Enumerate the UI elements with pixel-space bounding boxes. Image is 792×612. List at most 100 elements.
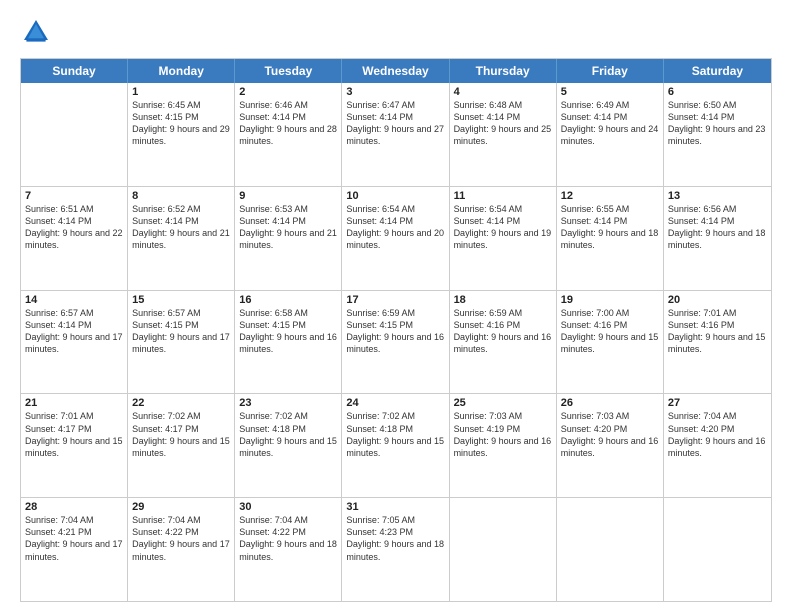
cell-info: Sunrise: 7:01 AM Sunset: 4:17 PM Dayligh… — [25, 410, 123, 459]
calendar-cell-day-2: 2Sunrise: 6:46 AM Sunset: 4:14 PM Daylig… — [235, 83, 342, 186]
calendar-row-3: 21Sunrise: 7:01 AM Sunset: 4:17 PM Dayli… — [21, 393, 771, 497]
day-number: 3 — [346, 86, 444, 98]
cell-info: Sunrise: 6:55 AM Sunset: 4:14 PM Dayligh… — [561, 203, 659, 252]
day-number: 9 — [239, 190, 337, 202]
page: SundayMondayTuesdayWednesdayThursdayFrid… — [0, 0, 792, 612]
calendar-cell-day-8: 8Sunrise: 6:52 AM Sunset: 4:14 PM Daylig… — [128, 187, 235, 290]
logo — [20, 16, 56, 48]
day-number: 25 — [454, 397, 552, 409]
calendar-cell-day-18: 18Sunrise: 6:59 AM Sunset: 4:16 PM Dayli… — [450, 291, 557, 394]
day-number: 20 — [668, 294, 767, 306]
cell-info: Sunrise: 7:04 AM Sunset: 4:22 PM Dayligh… — [239, 514, 337, 563]
day-number: 27 — [668, 397, 767, 409]
day-number: 24 — [346, 397, 444, 409]
calendar-cell-day-17: 17Sunrise: 6:59 AM Sunset: 4:15 PM Dayli… — [342, 291, 449, 394]
cell-info: Sunrise: 7:02 AM Sunset: 4:17 PM Dayligh… — [132, 410, 230, 459]
day-number: 16 — [239, 294, 337, 306]
day-number: 2 — [239, 86, 337, 98]
day-number: 29 — [132, 501, 230, 513]
cell-info: Sunrise: 7:01 AM Sunset: 4:16 PM Dayligh… — [668, 307, 767, 356]
cell-info: Sunrise: 7:04 AM Sunset: 4:20 PM Dayligh… — [668, 410, 767, 459]
day-number: 28 — [25, 501, 123, 513]
calendar-cell-day-26: 26Sunrise: 7:03 AM Sunset: 4:20 PM Dayli… — [557, 394, 664, 497]
calendar-cell-day-27: 27Sunrise: 7:04 AM Sunset: 4:20 PM Dayli… — [664, 394, 771, 497]
day-number: 7 — [25, 190, 123, 202]
cell-info: Sunrise: 6:48 AM Sunset: 4:14 PM Dayligh… — [454, 99, 552, 148]
header-cell-tuesday: Tuesday — [235, 59, 342, 83]
header-cell-wednesday: Wednesday — [342, 59, 449, 83]
calendar-cell-day-30: 30Sunrise: 7:04 AM Sunset: 4:22 PM Dayli… — [235, 498, 342, 601]
calendar-cell-day-22: 22Sunrise: 7:02 AM Sunset: 4:17 PM Dayli… — [128, 394, 235, 497]
calendar-row-2: 14Sunrise: 6:57 AM Sunset: 4:14 PM Dayli… — [21, 290, 771, 394]
calendar-cell-day-3: 3Sunrise: 6:47 AM Sunset: 4:14 PM Daylig… — [342, 83, 449, 186]
calendar-header-row: SundayMondayTuesdayWednesdayThursdayFrid… — [21, 59, 771, 83]
cell-info: Sunrise: 6:51 AM Sunset: 4:14 PM Dayligh… — [25, 203, 123, 252]
day-number: 22 — [132, 397, 230, 409]
cell-info: Sunrise: 7:05 AM Sunset: 4:23 PM Dayligh… — [346, 514, 444, 563]
day-number: 15 — [132, 294, 230, 306]
calendar-cell-day-7: 7Sunrise: 6:51 AM Sunset: 4:14 PM Daylig… — [21, 187, 128, 290]
cell-info: Sunrise: 7:00 AM Sunset: 4:16 PM Dayligh… — [561, 307, 659, 356]
cell-info: Sunrise: 6:46 AM Sunset: 4:14 PM Dayligh… — [239, 99, 337, 148]
calendar-cell-day-9: 9Sunrise: 6:53 AM Sunset: 4:14 PM Daylig… — [235, 187, 342, 290]
calendar-cell-day-14: 14Sunrise: 6:57 AM Sunset: 4:14 PM Dayli… — [21, 291, 128, 394]
calendar-cell-empty — [21, 83, 128, 186]
day-number: 10 — [346, 190, 444, 202]
day-number: 1 — [132, 86, 230, 98]
calendar-cell-day-21: 21Sunrise: 7:01 AM Sunset: 4:17 PM Dayli… — [21, 394, 128, 497]
day-number: 8 — [132, 190, 230, 202]
day-number: 4 — [454, 86, 552, 98]
header-cell-monday: Monday — [128, 59, 235, 83]
calendar-cell-day-16: 16Sunrise: 6:58 AM Sunset: 4:15 PM Dayli… — [235, 291, 342, 394]
day-number: 26 — [561, 397, 659, 409]
header — [20, 16, 772, 48]
calendar-cell-day-20: 20Sunrise: 7:01 AM Sunset: 4:16 PM Dayli… — [664, 291, 771, 394]
day-number: 14 — [25, 294, 123, 306]
cell-info: Sunrise: 6:45 AM Sunset: 4:15 PM Dayligh… — [132, 99, 230, 148]
calendar-cell-day-15: 15Sunrise: 6:57 AM Sunset: 4:15 PM Dayli… — [128, 291, 235, 394]
calendar-cell-day-23: 23Sunrise: 7:02 AM Sunset: 4:18 PM Dayli… — [235, 394, 342, 497]
day-number: 6 — [668, 86, 767, 98]
calendar-cell-empty — [557, 498, 664, 601]
cell-info: Sunrise: 7:03 AM Sunset: 4:19 PM Dayligh… — [454, 410, 552, 459]
cell-info: Sunrise: 6:50 AM Sunset: 4:14 PM Dayligh… — [668, 99, 767, 148]
calendar-cell-day-31: 31Sunrise: 7:05 AM Sunset: 4:23 PM Dayli… — [342, 498, 449, 601]
cell-info: Sunrise: 6:54 AM Sunset: 4:14 PM Dayligh… — [346, 203, 444, 252]
calendar-row-4: 28Sunrise: 7:04 AM Sunset: 4:21 PM Dayli… — [21, 497, 771, 601]
calendar-cell-day-4: 4Sunrise: 6:48 AM Sunset: 4:14 PM Daylig… — [450, 83, 557, 186]
calendar-cell-day-12: 12Sunrise: 6:55 AM Sunset: 4:14 PM Dayli… — [557, 187, 664, 290]
day-number: 30 — [239, 501, 337, 513]
cell-info: Sunrise: 6:54 AM Sunset: 4:14 PM Dayligh… — [454, 203, 552, 252]
calendar-cell-day-11: 11Sunrise: 6:54 AM Sunset: 4:14 PM Dayli… — [450, 187, 557, 290]
calendar-cell-day-6: 6Sunrise: 6:50 AM Sunset: 4:14 PM Daylig… — [664, 83, 771, 186]
cell-info: Sunrise: 6:53 AM Sunset: 4:14 PM Dayligh… — [239, 203, 337, 252]
cell-info: Sunrise: 7:02 AM Sunset: 4:18 PM Dayligh… — [346, 410, 444, 459]
cell-info: Sunrise: 6:49 AM Sunset: 4:14 PM Dayligh… — [561, 99, 659, 148]
cell-info: Sunrise: 7:04 AM Sunset: 4:21 PM Dayligh… — [25, 514, 123, 563]
calendar-body: 1Sunrise: 6:45 AM Sunset: 4:15 PM Daylig… — [21, 83, 771, 601]
cell-info: Sunrise: 6:57 AM Sunset: 4:15 PM Dayligh… — [132, 307, 230, 356]
calendar-cell-day-5: 5Sunrise: 6:49 AM Sunset: 4:14 PM Daylig… — [557, 83, 664, 186]
calendar-row-0: 1Sunrise: 6:45 AM Sunset: 4:15 PM Daylig… — [21, 83, 771, 186]
cell-info: Sunrise: 6:58 AM Sunset: 4:15 PM Dayligh… — [239, 307, 337, 356]
calendar-cell-day-28: 28Sunrise: 7:04 AM Sunset: 4:21 PM Dayli… — [21, 498, 128, 601]
day-number: 31 — [346, 501, 444, 513]
day-number: 12 — [561, 190, 659, 202]
calendar-cell-day-13: 13Sunrise: 6:56 AM Sunset: 4:14 PM Dayli… — [664, 187, 771, 290]
day-number: 17 — [346, 294, 444, 306]
cell-info: Sunrise: 6:47 AM Sunset: 4:14 PM Dayligh… — [346, 99, 444, 148]
calendar-row-1: 7Sunrise: 6:51 AM Sunset: 4:14 PM Daylig… — [21, 186, 771, 290]
day-number: 21 — [25, 397, 123, 409]
day-number: 23 — [239, 397, 337, 409]
cell-info: Sunrise: 6:52 AM Sunset: 4:14 PM Dayligh… — [132, 203, 230, 252]
calendar-cell-day-19: 19Sunrise: 7:00 AM Sunset: 4:16 PM Dayli… — [557, 291, 664, 394]
cell-info: Sunrise: 7:03 AM Sunset: 4:20 PM Dayligh… — [561, 410, 659, 459]
calendar-cell-empty — [450, 498, 557, 601]
calendar: SundayMondayTuesdayWednesdayThursdayFrid… — [20, 58, 772, 602]
header-cell-sunday: Sunday — [21, 59, 128, 83]
cell-info: Sunrise: 6:59 AM Sunset: 4:15 PM Dayligh… — [346, 307, 444, 356]
day-number: 18 — [454, 294, 552, 306]
calendar-cell-day-10: 10Sunrise: 6:54 AM Sunset: 4:14 PM Dayli… — [342, 187, 449, 290]
header-cell-saturday: Saturday — [664, 59, 771, 83]
calendar-cell-day-24: 24Sunrise: 7:02 AM Sunset: 4:18 PM Dayli… — [342, 394, 449, 497]
